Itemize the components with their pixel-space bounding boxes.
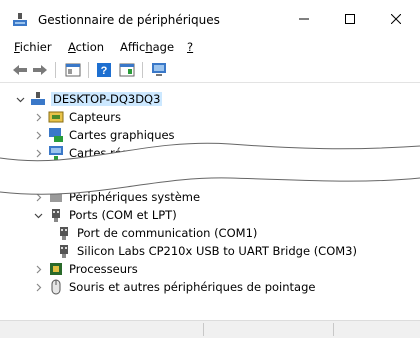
maximize-icon (345, 14, 355, 24)
scan-hardware-icon[interactable] (151, 62, 167, 78)
title-bar[interactable]: Gestionnaire de périphériques (0, 0, 420, 38)
tree-item-processeurs[interactable]: Processeurs (32, 260, 138, 278)
menu-fichier[interactable]: Fichier (14, 40, 52, 54)
tree-item-cartes-reseau[interactable]: Cartes réseau (32, 144, 149, 162)
chevron-right-icon[interactable] (32, 167, 44, 176)
port-icon (60, 227, 68, 240)
menu-help[interactable]: ? (187, 40, 193, 54)
tree-item-capteurs[interactable]: Capteurs (32, 108, 121, 126)
tree-item-com1[interactable]: Port de communication (COM1) (56, 224, 257, 242)
tree-item-com3[interactable]: Silicon Labs CP210x USB to UART Bridge (… (56, 242, 357, 260)
update-driver-icon[interactable] (119, 62, 135, 78)
toolbar-separator (88, 62, 89, 78)
back-arrow-icon[interactable] (12, 62, 28, 78)
mouse-icon (51, 279, 61, 295)
chevron-right-icon[interactable] (32, 193, 44, 202)
device-tree: DESKTOP-DQ3DQ3 Capteurs Cartes graphique… (0, 84, 420, 320)
system-device-icon (50, 192, 62, 202)
chevron-right-icon[interactable] (32, 131, 44, 140)
help-icon[interactable]: ? (96, 62, 112, 78)
properties-icon[interactable] (65, 62, 81, 78)
menu-action[interactable]: Action (68, 40, 104, 54)
display-adapter-icon (49, 128, 63, 142)
status-divider (203, 323, 204, 336)
chevron-right-icon[interactable] (32, 149, 44, 158)
port-icon (52, 209, 60, 222)
tree-item-souris[interactable]: Souris et autres périphériques de pointa… (32, 278, 315, 296)
close-icon (391, 14, 401, 24)
toolbar-separator (55, 62, 56, 78)
computer-icon (31, 92, 45, 105)
window-title: Gestionnaire de périphériques (38, 13, 220, 27)
keyboard-icon (48, 167, 64, 176)
sensor-icon (48, 111, 64, 123)
menu-affichage[interactable]: Affichage (120, 40, 174, 54)
status-divider (333, 323, 334, 336)
port-icon (60, 245, 68, 258)
minimize-button[interactable] (281, 0, 327, 38)
close-button[interactable] (373, 0, 419, 38)
menu-bar: Fichier Action Affichage ? (0, 38, 420, 58)
tree-item-claviers[interactable]: Claviers (32, 162, 115, 180)
forward-arrow-icon[interactable] (32, 62, 48, 78)
toolbar-separator (142, 62, 143, 78)
processor-icon (50, 263, 62, 275)
chevron-right-icon[interactable] (32, 265, 44, 274)
chevron-right-icon[interactable] (32, 283, 44, 292)
svg-text:?: ? (101, 65, 108, 77)
chevron-down-icon[interactable] (14, 95, 26, 104)
tree-item-peripheriques-systeme[interactable]: Périphériques système (32, 188, 200, 206)
status-bar (0, 320, 420, 338)
minimize-icon (299, 18, 309, 20)
tree-item-ports[interactable]: Ports (COM et LPT) (32, 206, 177, 224)
device-manager-icon (13, 13, 27, 26)
toolbar: ? (0, 58, 420, 83)
chevron-right-icon[interactable] (32, 113, 44, 122)
tree-item-cartes-graphiques[interactable]: Cartes graphiques (32, 126, 175, 144)
chevron-down-icon[interactable] (32, 211, 44, 220)
tree-root[interactable]: DESKTOP-DQ3DQ3 (14, 90, 163, 108)
maximize-button[interactable] (327, 0, 373, 38)
network-adapter-icon (49, 146, 63, 160)
